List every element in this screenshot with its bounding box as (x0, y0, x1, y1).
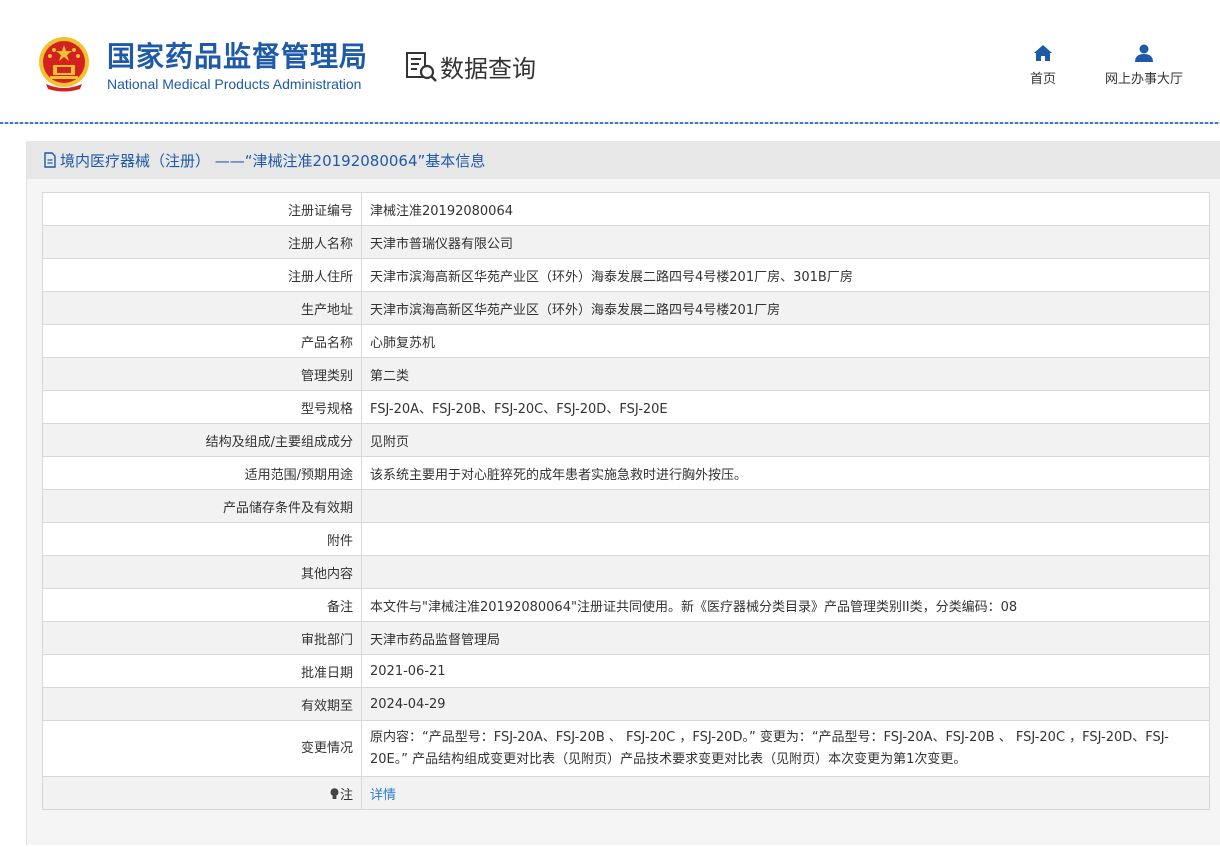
registration-info-table: 注册证编号 津械注准20192080064 注册人名称 天津市普瑞仪器有限公司 注册… (42, 192, 1210, 810)
field-label: 注册人住所 (42, 258, 362, 292)
table-row: 产品储存条件及有效期 (42, 489, 1210, 523)
table-row: 适用范围/预期用途 该系统主要用于对心脏猝死的成年患者实施急救时进行胸外按压。 (42, 456, 1210, 490)
note-label: 注 (339, 787, 353, 803)
brand-subtitle: National Medical Products Administration (107, 76, 362, 92)
table-row-note: 注 详情 (42, 776, 1210, 810)
field-label: 管理类别 (42, 357, 362, 391)
home-icon (1034, 45, 1052, 61)
field-value (361, 555, 1210, 589)
lightbulb-icon (330, 787, 339, 799)
field-value: 天津市普瑞仪器有限公司 (361, 225, 1210, 259)
field-label: 适用范围/预期用途 (42, 456, 362, 490)
field-value: FSJ-20A、FSJ-20B、FSJ-20C、FSJ-20D、FSJ-20E (361, 390, 1210, 424)
field-value (361, 522, 1210, 556)
field-value: 天津市药品监督管理局 (361, 621, 1210, 655)
page-title-bar: 境内医疗器械（注册） ——“津械注准20192080064”基本信息 (27, 141, 1220, 179)
data-query-heading: 数据查询 (404, 48, 536, 84)
field-value (361, 489, 1210, 523)
field-value: 津械注准20192080064 (361, 192, 1210, 226)
brand-title: 国家药品监督管理局 (107, 40, 369, 73)
details-link[interactable]: 详情 (370, 788, 396, 803)
table-row: 有效期至 2024-04-29 (42, 687, 1210, 721)
field-value: 2021-06-21 (361, 654, 1210, 688)
field-label: 备注 (42, 588, 362, 622)
field-label: 产品名称 (42, 324, 362, 358)
header-divider (0, 122, 1220, 124)
table-row: 其他内容 (42, 555, 1210, 589)
field-label: 批准日期 (42, 654, 362, 688)
field-value: 心肺复苏机 (361, 324, 1210, 358)
field-value: 本文件与"津械注准20192080064"注册证共同使用。新《医疗器械分类目录》… (361, 588, 1210, 622)
data-query-label: 数据查询 (440, 54, 536, 83)
table-row: 注册人住所 天津市滨海高新区华苑产业区（环外）海泰发展二路四号4号楼201厂房、3… (42, 258, 1210, 292)
nav-online-hall-label: 网上办事大厅 (1104, 72, 1183, 87)
table-row: 管理类别 第二类 (42, 357, 1210, 391)
field-value: 2024-04-29 (361, 687, 1210, 721)
user-icon (1135, 44, 1153, 62)
field-label: 结构及组成/主要组成成分 (42, 423, 362, 457)
field-label: 有效期至 (42, 687, 362, 721)
table-row: 产品名称 心肺复苏机 (42, 324, 1210, 358)
field-value: 见附页 (361, 423, 1210, 457)
table-row: 结构及组成/主要组成成分 见附页 (42, 423, 1210, 457)
document-icon (44, 152, 56, 168)
site-header: 国家药品监督管理局 National Medical Products Admi… (0, 0, 1220, 122)
table-row: 批准日期 2021-06-21 (42, 654, 1210, 688)
field-label: 型号规格 (42, 390, 362, 424)
table-row: 生产地址 天津市滨海高新区华苑产业区（环外）海泰发展二路四号4号楼201厂房 (42, 291, 1210, 325)
field-label: 生产地址 (42, 291, 362, 325)
field-value: 天津市滨海高新区华苑产业区（环外）海泰发展二路四号4号楼201厂房、301B厂房 (361, 258, 1210, 292)
nav-online-hall-link[interactable]: 网上办事大厅 (1096, 44, 1192, 87)
table-row: 型号规格 FSJ-20A、FSJ-20B、FSJ-20C、FSJ-20D、FSJ-… (42, 390, 1210, 424)
national-emblem-icon (39, 37, 89, 92)
table-row: 附件 (42, 522, 1210, 556)
field-label: 注册人名称 (42, 225, 362, 259)
page-title: 境内医疗器械（注册） ——“津械注准20192080064”基本信息 (60, 151, 486, 170)
field-label: 产品储存条件及有效期 (42, 489, 362, 523)
note-value-cell: 详情 (361, 776, 1210, 810)
note-label-cell: 注 (42, 776, 362, 810)
content-panel: 境内医疗器械（注册） ——“津械注准20192080064”基本信息 注册证编号… (26, 141, 1220, 845)
field-label: 注册证编号 (42, 192, 362, 226)
table-row: 备注 本文件与"津械注准20192080064"注册证共同使用。新《医疗器械分类目… (42, 588, 1210, 622)
table-row: 变更情况 原内容：“产品型号：FSJ-20A、FSJ-20B 、 FSJ-20C … (42, 720, 1210, 777)
field-value: 该系统主要用于对心脏猝死的成年患者实施急救时进行胸外按压。 (361, 456, 1210, 490)
table-row: 审批部门 天津市药品监督管理局 (42, 621, 1210, 655)
table-row: 注册证编号 津械注准20192080064 (42, 192, 1210, 226)
document-search-icon (406, 52, 437, 82)
nav-home-label: 首页 (1029, 72, 1056, 87)
field-label: 附件 (42, 522, 362, 556)
field-value: 原内容：“产品型号：FSJ-20A、FSJ-20B 、 FSJ-20C ，FSJ… (361, 720, 1210, 777)
field-label: 其他内容 (42, 555, 362, 589)
field-label: 变更情况 (42, 720, 362, 777)
nav-home-link[interactable]: 首页 (1020, 44, 1066, 87)
field-value: 天津市滨海高新区华苑产业区（环外）海泰发展二路四号4号楼201厂房 (361, 291, 1210, 325)
field-value: 第二类 (361, 357, 1210, 391)
field-label: 审批部门 (42, 621, 362, 655)
table-row: 注册人名称 天津市普瑞仪器有限公司 (42, 225, 1210, 259)
